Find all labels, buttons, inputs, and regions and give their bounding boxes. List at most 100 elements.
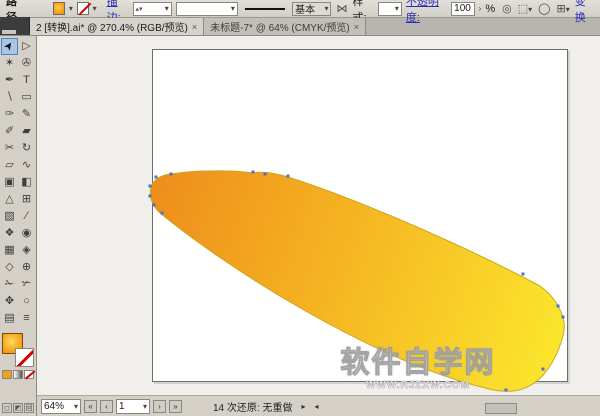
status-back-icon[interactable]: ◂ [314, 402, 318, 411]
magic-wand-tool[interactable]: ✶ [1, 55, 18, 72]
tab-document-1[interactable]: 2 [转换].ai* @ 270.4% (RGB/预览) × [30, 18, 204, 35]
control-bar: 路径 ▾ ▾ 描边: ▴▾▾ ▾ 基本▾ ⋈ 样式: ▾ 不透明度: 100 ›… [0, 0, 600, 18]
eraser-tool[interactable]: ▰ [18, 123, 35, 140]
transform-link[interactable]: 变换 [575, 0, 594, 25]
artboard-tool[interactable]: ⊕ [18, 259, 35, 276]
opacity-unit-label: % [485, 3, 495, 15]
previous-artboard-button[interactable]: ‹ [100, 400, 113, 413]
stroke-weight-combo[interactable]: ▴▾▾ [133, 2, 172, 16]
anchor-point[interactable] [149, 195, 152, 198]
anchor-point[interactable] [252, 171, 255, 174]
close-icon[interactable]: × [354, 22, 359, 32]
live-paint-bucket-tool[interactable]: ◈ [18, 242, 35, 259]
anchor-point[interactable] [161, 212, 164, 215]
close-icon[interactable]: × [192, 22, 197, 32]
zoom-tool[interactable]: ○ [18, 293, 35, 310]
tab-document-2[interactable]: 未标题-7* @ 64% (CMYK/预览) × [204, 18, 366, 35]
draw-normal-button[interactable]: ◻ [2, 403, 12, 413]
opacity-stepper-icon[interactable]: › [479, 4, 482, 13]
blob-brush-tool[interactable]: ✐ [1, 123, 18, 140]
draw-behind-button[interactable]: ◩ [13, 403, 23, 413]
mesh-tool[interactable]: ⊞ [18, 191, 35, 208]
tools-panel-edge [0, 17, 30, 35]
last-artboard-button[interactable]: » [169, 400, 182, 413]
style-combo[interactable]: ▾ [378, 2, 402, 16]
horizontal-scrollbar-thumb[interactable] [485, 403, 517, 414]
scale-tool[interactable]: ▱ [1, 157, 18, 174]
none-button[interactable] [24, 370, 34, 379]
measure-tool[interactable]: ≡ [18, 310, 35, 327]
anchor-point[interactable] [287, 175, 290, 178]
anchor-point[interactable] [149, 185, 152, 188]
lasso-tool[interactable]: ✇ [18, 55, 35, 72]
perspective-grid-tool[interactable]: △ [1, 191, 18, 208]
free-transform-tool[interactable]: ▣ [1, 174, 18, 191]
zoom-level-combo[interactable]: 64% ▾ [41, 399, 81, 414]
canvas[interactable] [37, 36, 600, 395]
artboard-number-value: 1 [119, 401, 125, 412]
isolate-selection-icon[interactable]: ◎ [501, 2, 513, 15]
paintbrush-tool[interactable]: ✑ [1, 106, 18, 123]
anchor-point[interactable] [153, 204, 156, 207]
stroke-stepper-icon[interactable]: ▴▾ [136, 5, 143, 13]
rectangle-tool[interactable]: ▭ [18, 89, 35, 106]
first-artboard-button[interactable]: « [84, 400, 97, 413]
scissors-tool[interactable]: ✂ [1, 140, 18, 157]
type-tool[interactable]: T [18, 72, 35, 89]
stroke-dropdown-icon[interactable]: ▾ [93, 4, 97, 13]
gradient-tool[interactable]: ▧ [1, 208, 18, 225]
drawing-mode-buttons: ◻ ◩ 回 [2, 403, 34, 413]
shape-builder-tool[interactable]: ◧ [18, 174, 35, 191]
fill-color-swatch[interactable] [53, 2, 65, 15]
tab-label: 未标题-7* @ 64% (CMYK/预览) [210, 19, 350, 34]
draw-inside-button[interactable]: 回 [24, 403, 34, 413]
stroke-color-swatch[interactable] [77, 2, 89, 15]
brush-definition-combo[interactable]: ▾ [176, 2, 238, 16]
slice-tool[interactable]: ✁ [1, 276, 18, 293]
graphic-style-value: 基本 [295, 1, 315, 16]
workspace: ➤▷✶✇✒T∖▭✑✎✐▰✂↻▱∿▣◧△⊞▧∕❖◉▦◈◇⊕✁✃✥○▤≡ ◻ ◩ 回 [0, 36, 600, 416]
chevron-down-icon: ▾ [324, 4, 328, 13]
pencil-tool[interactable]: ✎ [18, 106, 35, 123]
rotate-tool[interactable]: ↻ [18, 140, 35, 157]
symbol-sprayer-tool[interactable]: ◉ [18, 225, 35, 242]
undo-status-text: 14 次还原: 无重做 [213, 399, 292, 414]
opacity-input[interactable]: 100 [451, 2, 475, 16]
fill-dropdown-icon[interactable]: ▾ [69, 4, 73, 13]
width-tool[interactable]: ∿ [18, 157, 35, 174]
select-similar-icon[interactable]: ⬚▾ [517, 2, 533, 15]
next-artboard-button[interactable]: › [153, 400, 166, 413]
anchor-point[interactable] [155, 176, 158, 179]
column-graph-tool[interactable]: ▦ [1, 242, 18, 259]
color-button[interactable] [2, 370, 12, 379]
print-tiling-tool[interactable]: ▤ [1, 310, 18, 327]
gradient-shape[interactable] [150, 171, 564, 391]
selection-tool[interactable]: ➤ [1, 38, 18, 55]
opacity-value: 100 [454, 3, 471, 14]
stroke-indicator-swatch[interactable] [15, 348, 34, 367]
recolor-artwork-icon[interactable]: ◯ [537, 2, 551, 15]
align-panel-icon[interactable]: ⊞▾ [555, 2, 570, 15]
anchor-point[interactable] [264, 173, 267, 176]
artboard-number-combo[interactable]: 1 ▾ [116, 399, 150, 414]
anchor-point[interactable] [562, 316, 565, 319]
anchor-point[interactable] [557, 305, 560, 308]
pen-tool[interactable]: ✒ [1, 72, 18, 89]
line-segment-tool[interactable]: ∖ [1, 89, 18, 106]
graphic-style-combo[interactable]: 基本 ▾ [292, 2, 331, 16]
knife-tool[interactable]: ✃ [18, 276, 35, 293]
gradient-button[interactable] [13, 370, 23, 379]
direct-selection-tool[interactable]: ▷ [18, 38, 35, 55]
anchor-point[interactable] [542, 368, 545, 371]
live-paint-selection-tool[interactable]: ◇ [1, 259, 18, 276]
status-forward-icon[interactable]: ▸ [301, 402, 305, 411]
opacity-label[interactable]: 不透明度: [406, 0, 447, 25]
anchor-point[interactable] [170, 173, 173, 176]
illustrator-window: 路径 ▾ ▾ 描边: ▴▾▾ ▾ 基本▾ ⋈ 样式: ▾ 不透明度: 100 ›… [0, 0, 600, 416]
shape-mode-icon[interactable]: ⋈ [335, 2, 348, 15]
blend-tool[interactable]: ❖ [1, 225, 18, 242]
anchor-point[interactable] [522, 273, 525, 276]
hand-tool[interactable]: ✥ [1, 293, 18, 310]
anchor-point[interactable] [505, 389, 508, 392]
eyedropper-tool[interactable]: ∕ [18, 208, 35, 225]
